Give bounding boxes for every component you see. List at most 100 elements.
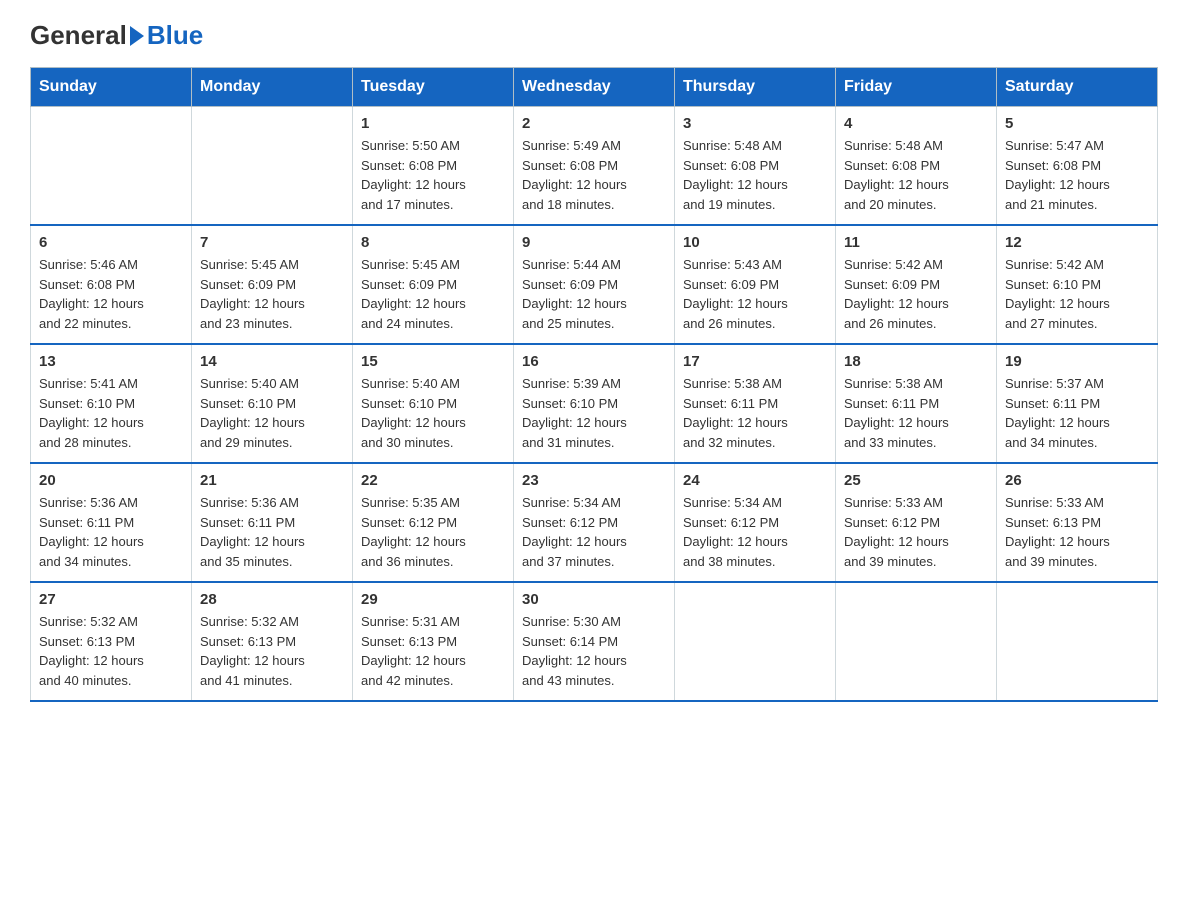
day-number: 22 (361, 472, 505, 489)
day-info: Sunrise: 5:49 AM Sunset: 6:08 PM Dayligh… (522, 136, 666, 214)
day-info: Sunrise: 5:45 AM Sunset: 6:09 PM Dayligh… (361, 255, 505, 333)
day-info: Sunrise: 5:40 AM Sunset: 6:10 PM Dayligh… (361, 374, 505, 452)
day-info: Sunrise: 5:36 AM Sunset: 6:11 PM Dayligh… (200, 493, 344, 571)
day-number: 7 (200, 234, 344, 251)
calendar-cell: 24 Sunrise: 5:34 AM Sunset: 6:12 PM Dayli… (675, 463, 836, 582)
calendar-cell: 21 Sunrise: 5:36 AM Sunset: 6:11 PM Dayli… (192, 463, 353, 582)
day-info: Sunrise: 5:42 AM Sunset: 6:09 PM Dayligh… (844, 255, 988, 333)
day-number: 21 (200, 472, 344, 489)
calendar-cell: 30 Sunrise: 5:30 AM Sunset: 6:14 PM Dayli… (514, 582, 675, 701)
calendar-cell: 29Sunrise: 5:31 AM Sunset: 6:13 PM Dayli… (353, 582, 514, 701)
day-info: Sunrise: 5:42 AM Sunset: 6:10 PM Dayligh… (1005, 255, 1149, 333)
logo-general: General (30, 20, 127, 51)
day-info: Sunrise: 5:44 AM Sunset: 6:09 PM Dayligh… (522, 255, 666, 333)
calendar-week-3: 13 Sunrise: 5:41 AM Sunset: 6:10 PM Dayli… (31, 344, 1158, 463)
col-header-tuesday: Tuesday (353, 68, 514, 107)
day-number: 18 (844, 353, 988, 370)
calendar-cell: 10 Sunrise: 5:43 AM Sunset: 6:09 PM Dayli… (675, 225, 836, 344)
col-header-saturday: Saturday (997, 68, 1158, 107)
calendar-cell: 1 Sunrise: 5:50 AM Sunset: 6:08 PM Daylig… (353, 107, 514, 226)
day-number: 19 (1005, 353, 1149, 370)
day-info: Sunrise: 5:34 AM Sunset: 6:12 PM Dayligh… (522, 493, 666, 571)
day-number: 26 (1005, 472, 1149, 489)
day-number: 3 (683, 115, 827, 132)
calendar-cell: 13 Sunrise: 5:41 AM Sunset: 6:10 PM Dayli… (31, 344, 192, 463)
day-number: 30 (522, 591, 666, 608)
calendar-cell: 18 Sunrise: 5:38 AM Sunset: 6:11 PM Dayli… (836, 344, 997, 463)
day-number: 15 (361, 353, 505, 370)
calendar-cell (675, 582, 836, 701)
day-info: Sunrise: 5:36 AM Sunset: 6:11 PM Dayligh… (39, 493, 183, 571)
day-info: Sunrise: 5:46 AM Sunset: 6:08 PM Dayligh… (39, 255, 183, 333)
day-info: Sunrise: 5:50 AM Sunset: 6:08 PM Dayligh… (361, 136, 505, 214)
day-info: Sunrise: 5:43 AM Sunset: 6:09 PM Dayligh… (683, 255, 827, 333)
calendar-week-2: 6Sunrise: 5:46 AM Sunset: 6:08 PM Daylig… (31, 225, 1158, 344)
day-info: Sunrise: 5:31 AM Sunset: 6:13 PM Dayligh… (361, 612, 505, 690)
day-info: Sunrise: 5:41 AM Sunset: 6:10 PM Dayligh… (39, 374, 183, 452)
calendar-cell: 16 Sunrise: 5:39 AM Sunset: 6:10 PM Dayli… (514, 344, 675, 463)
day-number: 14 (200, 353, 344, 370)
calendar-header-row: SundayMondayTuesdayWednesdayThursdayFrid… (31, 68, 1158, 107)
day-info: Sunrise: 5:39 AM Sunset: 6:10 PM Dayligh… (522, 374, 666, 452)
day-number: 20 (39, 472, 183, 489)
day-number: 1 (361, 115, 505, 132)
logo: General Blue (30, 20, 203, 47)
calendar-cell: 15 Sunrise: 5:40 AM Sunset: 6:10 PM Dayli… (353, 344, 514, 463)
col-header-sunday: Sunday (31, 68, 192, 107)
calendar-table: SundayMondayTuesdayWednesdayThursdayFrid… (30, 67, 1158, 702)
calendar-cell: 8 Sunrise: 5:45 AM Sunset: 6:09 PM Daylig… (353, 225, 514, 344)
calendar-cell: 27Sunrise: 5:32 AM Sunset: 6:13 PM Dayli… (31, 582, 192, 701)
calendar-cell: 22Sunrise: 5:35 AM Sunset: 6:12 PM Dayli… (353, 463, 514, 582)
calendar-cell (192, 107, 353, 226)
calendar-cell: 20 Sunrise: 5:36 AM Sunset: 6:11 PM Dayli… (31, 463, 192, 582)
calendar-week-1: 1 Sunrise: 5:50 AM Sunset: 6:08 PM Daylig… (31, 107, 1158, 226)
logo-text: General Blue (30, 20, 203, 51)
calendar-cell: 19Sunrise: 5:37 AM Sunset: 6:11 PM Dayli… (997, 344, 1158, 463)
day-info: Sunrise: 5:34 AM Sunset: 6:12 PM Dayligh… (683, 493, 827, 571)
day-number: 10 (683, 234, 827, 251)
page-header: General Blue (30, 20, 1158, 47)
calendar-cell: 12 Sunrise: 5:42 AM Sunset: 6:10 PM Dayli… (997, 225, 1158, 344)
day-number: 17 (683, 353, 827, 370)
day-number: 2 (522, 115, 666, 132)
calendar-cell: 2 Sunrise: 5:49 AM Sunset: 6:08 PM Daylig… (514, 107, 675, 226)
calendar-cell: 14 Sunrise: 5:40 AM Sunset: 6:10 PM Dayli… (192, 344, 353, 463)
calendar-cell: 11 Sunrise: 5:42 AM Sunset: 6:09 PM Dayli… (836, 225, 997, 344)
day-number: 16 (522, 353, 666, 370)
day-number: 12 (1005, 234, 1149, 251)
calendar-week-5: 27Sunrise: 5:32 AM Sunset: 6:13 PM Dayli… (31, 582, 1158, 701)
day-info: Sunrise: 5:45 AM Sunset: 6:09 PM Dayligh… (200, 255, 344, 333)
calendar-cell: 6Sunrise: 5:46 AM Sunset: 6:08 PM Daylig… (31, 225, 192, 344)
col-header-thursday: Thursday (675, 68, 836, 107)
col-header-wednesday: Wednesday (514, 68, 675, 107)
day-number: 5 (1005, 115, 1149, 132)
calendar-cell: 26Sunrise: 5:33 AM Sunset: 6:13 PM Dayli… (997, 463, 1158, 582)
day-info: Sunrise: 5:30 AM Sunset: 6:14 PM Dayligh… (522, 612, 666, 690)
day-number: 28 (200, 591, 344, 608)
calendar-cell (997, 582, 1158, 701)
day-number: 9 (522, 234, 666, 251)
calendar-cell: 23 Sunrise: 5:34 AM Sunset: 6:12 PM Dayli… (514, 463, 675, 582)
logo-triangle-icon (130, 26, 144, 46)
day-number: 8 (361, 234, 505, 251)
day-number: 24 (683, 472, 827, 489)
logo-blue: Blue (147, 20, 203, 51)
day-info: Sunrise: 5:32 AM Sunset: 6:13 PM Dayligh… (200, 612, 344, 690)
calendar-cell: 7 Sunrise: 5:45 AM Sunset: 6:09 PM Daylig… (192, 225, 353, 344)
calendar-cell (836, 582, 997, 701)
col-header-friday: Friday (836, 68, 997, 107)
day-number: 23 (522, 472, 666, 489)
day-info: Sunrise: 5:38 AM Sunset: 6:11 PM Dayligh… (844, 374, 988, 452)
day-number: 25 (844, 472, 988, 489)
calendar-cell: 5Sunrise: 5:47 AM Sunset: 6:08 PM Daylig… (997, 107, 1158, 226)
calendar-cell: 3Sunrise: 5:48 AM Sunset: 6:08 PM Daylig… (675, 107, 836, 226)
calendar-cell (31, 107, 192, 226)
day-number: 11 (844, 234, 988, 251)
day-info: Sunrise: 5:40 AM Sunset: 6:10 PM Dayligh… (200, 374, 344, 452)
day-number: 13 (39, 353, 183, 370)
calendar-cell: 4Sunrise: 5:48 AM Sunset: 6:08 PM Daylig… (836, 107, 997, 226)
calendar-week-4: 20 Sunrise: 5:36 AM Sunset: 6:11 PM Dayli… (31, 463, 1158, 582)
day-info: Sunrise: 5:38 AM Sunset: 6:11 PM Dayligh… (683, 374, 827, 452)
calendar-cell: 28 Sunrise: 5:32 AM Sunset: 6:13 PM Dayli… (192, 582, 353, 701)
day-info: Sunrise: 5:32 AM Sunset: 6:13 PM Dayligh… (39, 612, 183, 690)
